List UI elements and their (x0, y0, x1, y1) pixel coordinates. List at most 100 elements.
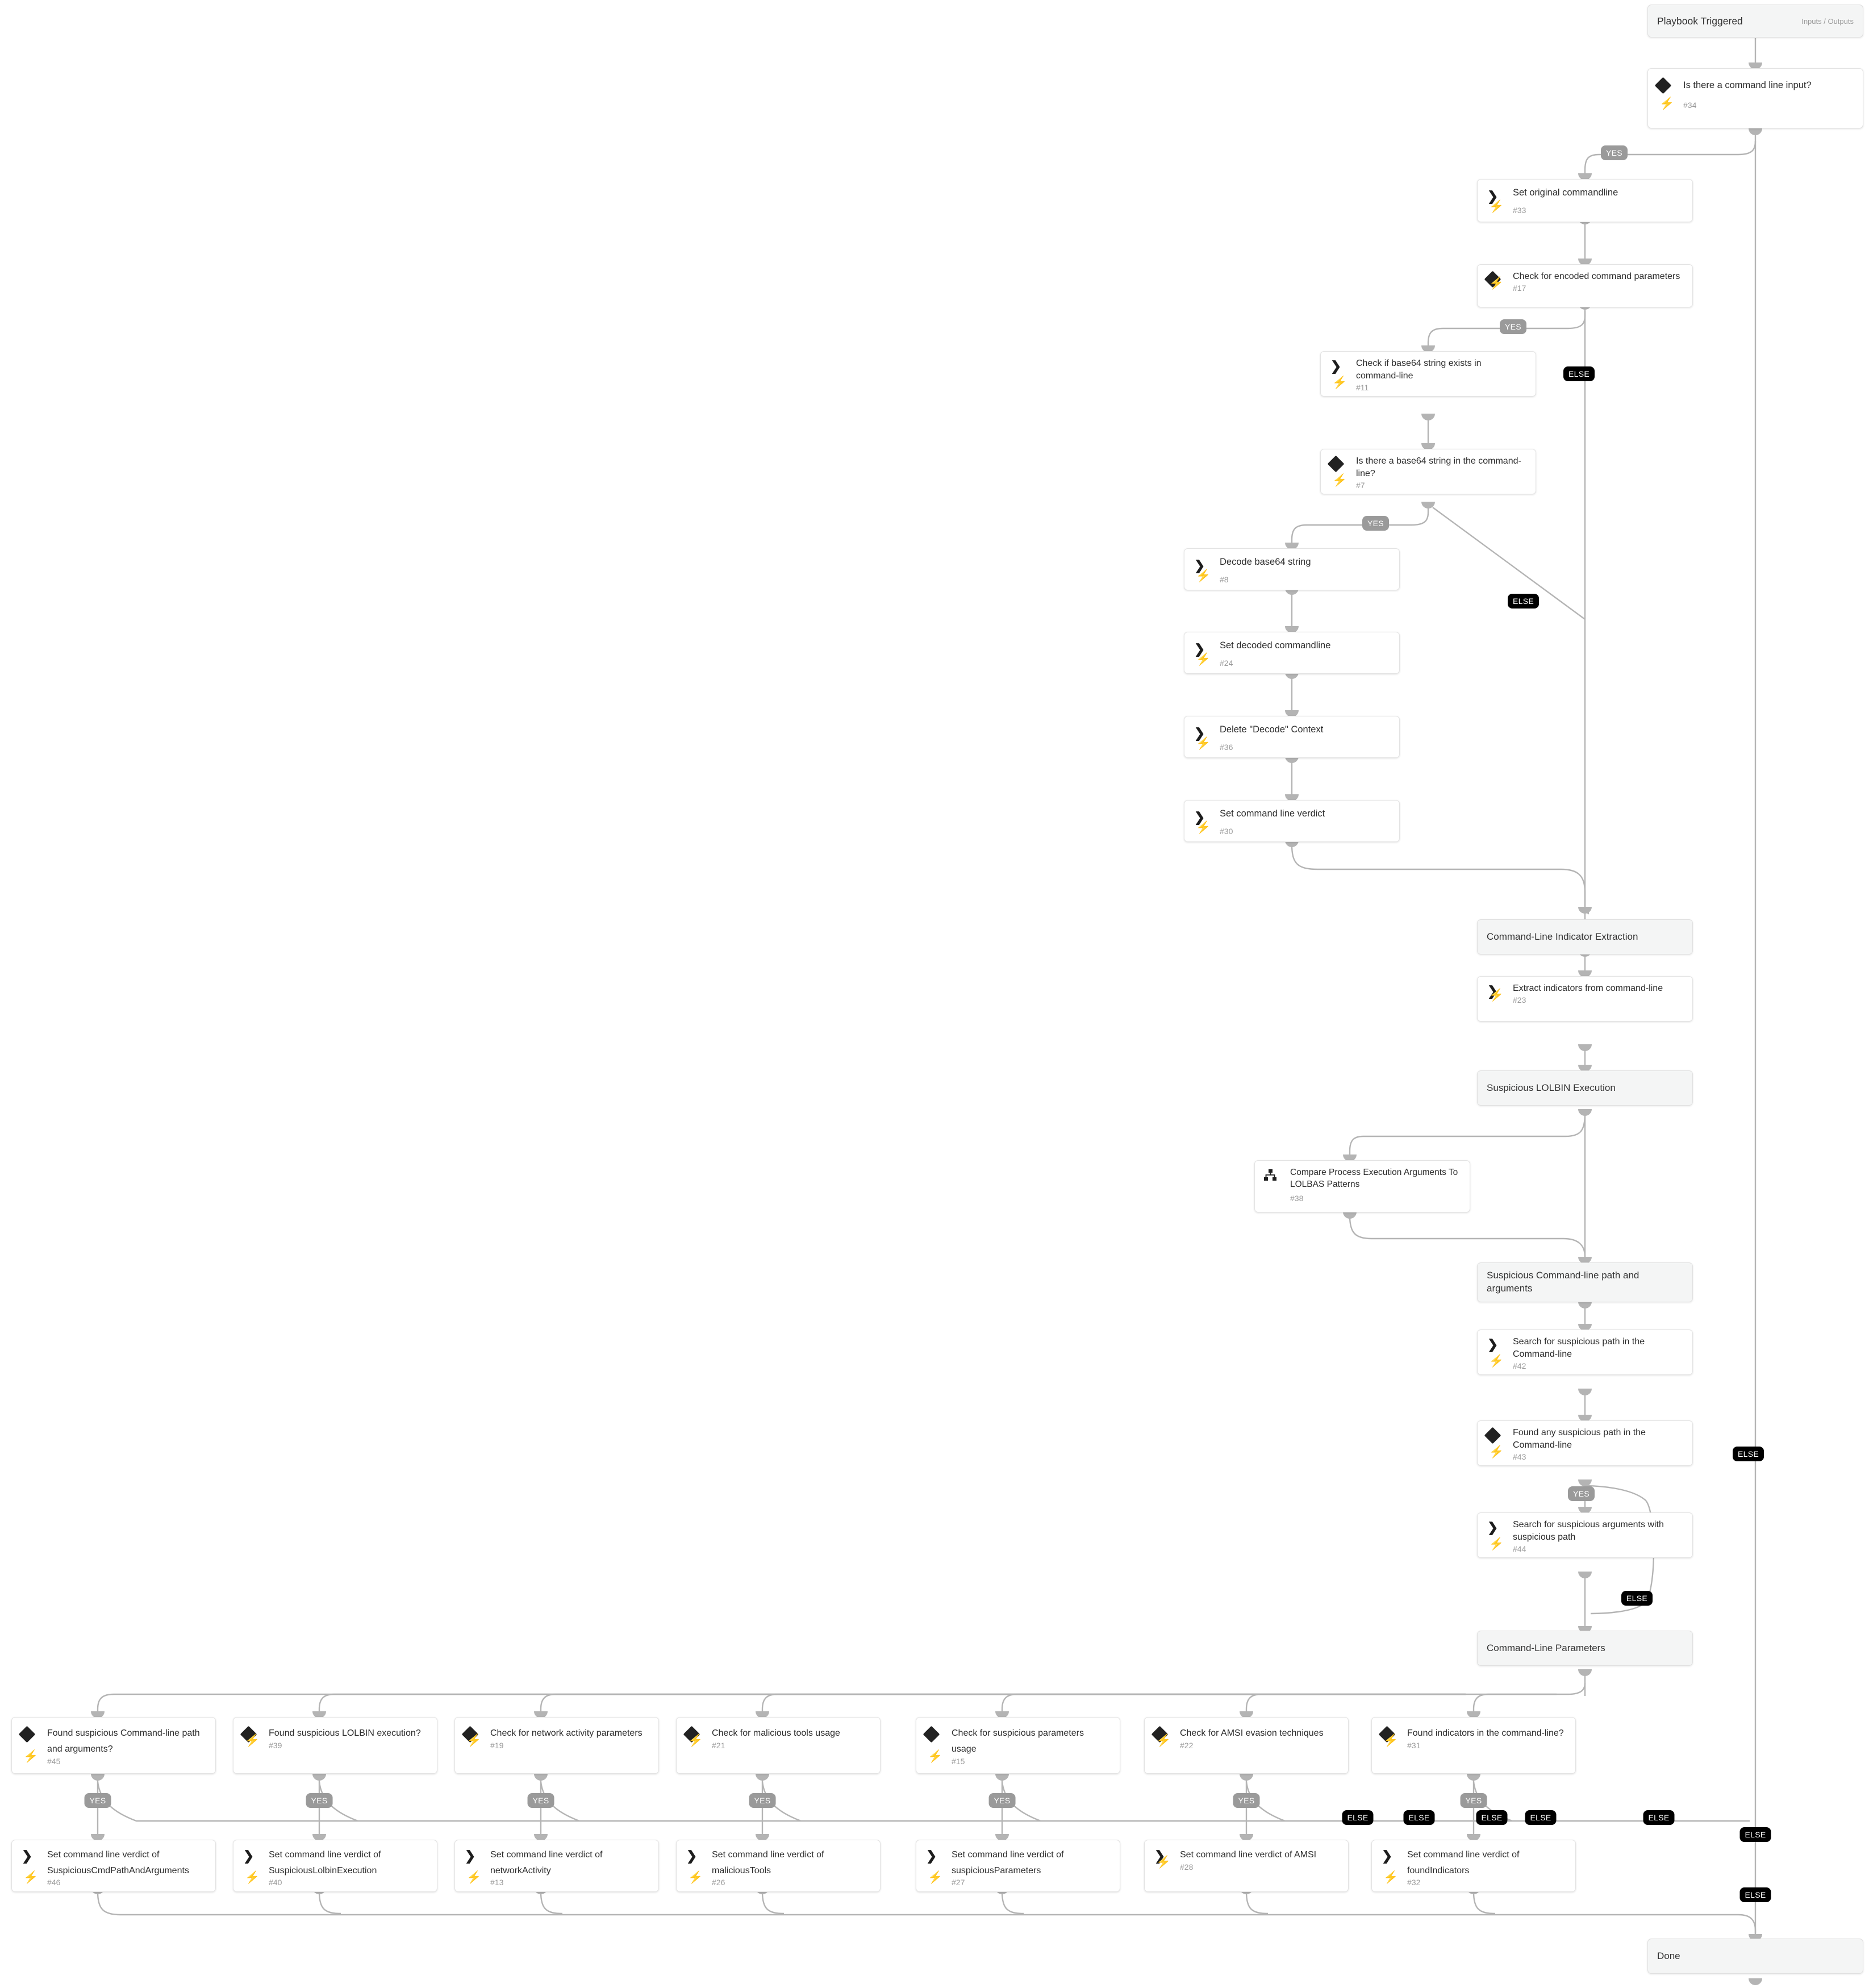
node-title: Set decoded commandline (1220, 640, 1331, 651)
branch-badge-yes[interactable]: YES (527, 1793, 554, 1808)
task-chevron-icon: ❯ (465, 1848, 476, 1863)
automation-bolt-icon: ⚡ (688, 1871, 703, 1885)
branch-badge-else[interactable]: ELSE (1403, 1810, 1435, 1825)
node-id: #33 (1513, 205, 1526, 215)
connector-socket (1578, 1389, 1592, 1395)
connector-socket (1578, 1044, 1592, 1051)
connector-socket (1749, 128, 1762, 135)
section-command-line-parameters[interactable]: Command-Line Parameters (1477, 1631, 1693, 1666)
branch-badge-else[interactable]: ELSE (1739, 1827, 1771, 1842)
branch-badge-yes[interactable]: YES (749, 1793, 776, 1808)
node-condition-found-suspicious-cmd-path-args[interactable]: Found suspicious Command-line path and a… (11, 1717, 216, 1774)
automation-bolt-icon: ⚡ (23, 1750, 39, 1763)
node-condition-check-suspicious-parameters[interactable]: Check for suspicious parameters usage ⚡ … (916, 1717, 1120, 1774)
node-task-verdict-malicious-tools[interactable]: ❯ Set command line verdict of maliciousT… (676, 1840, 881, 1892)
branch-badge-else[interactable]: ELSE (1643, 1810, 1675, 1825)
section-suspicious-cmdline-path-and-arguments[interactable]: Suspicious Command-line path and argumen… (1477, 1262, 1693, 1302)
done-label: Done (1657, 1950, 1680, 1961)
node-task-delete-decode-context[interactable]: ❯ Delete "Decode" Context ⚡ #36 (1184, 716, 1400, 758)
automation-bolt-icon: ⚡ (1489, 277, 1504, 290)
node-title: Check for suspicious parameters usage (952, 1728, 1084, 1754)
trigger-title: Playbook Triggered (1657, 15, 1743, 27)
branch-badge-yes[interactable]: YES (1233, 1793, 1260, 1808)
node-condition-found-suspicious-lolbin[interactable]: Found suspicious LOLBIN execution? ⚡ #39 (233, 1717, 437, 1774)
branch-badge-else[interactable]: ELSE (1476, 1810, 1508, 1825)
condition-diamond-icon (1327, 455, 1347, 472)
branch-badge-else[interactable]: ELSE (1739, 1887, 1771, 1902)
node-task-extract-indicators[interactable]: ❯ Extract indicators from command-line ⚡… (1477, 976, 1693, 1022)
node-task-verdict-suspicious-lolbin-execution[interactable]: ❯ Set command line verdict of Suspicious… (233, 1840, 437, 1892)
automation-bolt-icon: ⚡ (1489, 1354, 1504, 1368)
automation-bolt-icon: ⚡ (1383, 1871, 1399, 1885)
node-task-verdict-network-activity[interactable]: ❯ Set command line verdict of networkAct… (454, 1840, 659, 1892)
node-condition-encoded-command-parameters[interactable]: Check for encoded command parameters ⚡ #… (1477, 264, 1693, 307)
node-id: #42 (1513, 1361, 1526, 1371)
playbook-triggered-node[interactable]: Playbook Triggered Inputs / Outputs (1647, 5, 1863, 37)
automation-bolt-icon: ⚡ (1156, 1734, 1171, 1747)
node-id: #7 (1356, 481, 1365, 490)
node-task-search-suspicious-arguments[interactable]: ❯ Search for suspicious arguments with s… (1477, 1512, 1693, 1558)
automation-bolt-icon: ⚡ (1332, 474, 1347, 487)
branch-badge-else[interactable]: ELSE (1563, 366, 1595, 381)
node-id: #27 (952, 1878, 965, 1887)
node-id: #32 (1407, 1878, 1421, 1887)
section-suspicious-lolbin-execution[interactable]: Suspicious LOLBIN Execution (1477, 1070, 1693, 1106)
branch-badge-yes[interactable]: YES (1601, 145, 1628, 160)
node-task-verdict-found-indicators[interactable]: ❯ Set command line verdict of foundIndic… (1371, 1840, 1576, 1892)
branch-badge-yes[interactable]: YES (1500, 319, 1526, 334)
branch-badge-yes[interactable]: YES (1460, 1793, 1487, 1808)
node-task-set-decoded-commandline[interactable]: ❯ Set decoded commandline ⚡ #24 (1184, 632, 1400, 674)
branch-badge-else[interactable]: ELSE (1508, 594, 1539, 609)
node-task-verdict-suspicious-parameters[interactable]: ❯ Set command line verdict of suspicious… (916, 1840, 1120, 1892)
node-condition-found-indicators[interactable]: Found indicators in the command-line? ⚡ … (1371, 1717, 1576, 1774)
automation-bolt-icon: ⚡ (1659, 97, 1675, 110)
node-id: #15 (952, 1757, 965, 1766)
node-id: #39 (269, 1741, 282, 1750)
branch-badge-yes[interactable]: YES (988, 1793, 1016, 1808)
node-task-set-command-line-verdict[interactable]: ❯ Set command line verdict ⚡ #30 (1184, 800, 1400, 842)
connector-socket (1749, 1978, 1762, 1985)
connector-socket (1343, 1212, 1357, 1219)
branch-badge-yes[interactable]: YES (84, 1793, 111, 1808)
node-task-verdict-amsi[interactable]: ❯ Set command line verdict of AMSI ⚡ #28 (1144, 1840, 1349, 1892)
automation-bolt-icon: ⚡ (1196, 569, 1211, 582)
trigger-inputs-outputs-link[interactable]: Inputs / Outputs (1801, 17, 1854, 26)
branch-badge-else[interactable]: ELSE (1525, 1810, 1557, 1825)
branch-badge-yes[interactable]: YES (1568, 1486, 1595, 1501)
node-id: #36 (1220, 742, 1233, 752)
node-task-set-original-commandline[interactable]: ❯ Set original commandline ⚡ #33 (1477, 179, 1693, 222)
node-id: #22 (1180, 1741, 1194, 1750)
task-chevron-icon: ❯ (1487, 1519, 1499, 1535)
connector-socket (1421, 414, 1435, 420)
branch-badge-yes[interactable]: YES (1362, 516, 1389, 531)
automation-bolt-icon: ⚡ (1489, 199, 1504, 213)
node-title: Set command line verdict of maliciousToo… (712, 1850, 824, 1876)
node-condition-command-line-input[interactable]: Is there a command line input? ⚡ #34 (1647, 68, 1863, 128)
node-id: #26 (712, 1878, 725, 1887)
connector-socket (1240, 1774, 1253, 1781)
condition-diamond-icon (1484, 1427, 1504, 1444)
node-title: Delete "Decode" Context (1220, 724, 1324, 735)
branch-badge-else[interactable]: ELSE (1621, 1591, 1653, 1606)
node-task-decode-base64-string[interactable]: ❯ Decode base64 string ⚡ #8 (1184, 548, 1400, 590)
node-task-check-base64-exists[interactable]: ❯ Check if base64 string exists in comma… (1320, 351, 1536, 397)
node-condition-check-malicious-tools[interactable]: Check for malicious tools usage ⚡ #21 (676, 1717, 881, 1774)
node-title: Set command line verdict of suspiciousPa… (952, 1850, 1064, 1876)
section-label: Command-Line Indicator Extraction (1487, 931, 1638, 942)
node-condition-check-amsi-evasion[interactable]: Check for AMSI evasion techniques ⚡ #22 (1144, 1717, 1349, 1774)
node-condition-check-network-activity[interactable]: Check for network activity parameters ⚡ … (454, 1717, 659, 1774)
node-task-search-suspicious-path[interactable]: ❯ Search for suspicious path in the Comm… (1477, 1329, 1693, 1375)
node-condition-found-suspicious-path[interactable]: Found any suspicious path in the Command… (1477, 1420, 1693, 1466)
node-title: Set command line verdict of networkActiv… (490, 1850, 603, 1876)
branch-badge-yes[interactable]: YES (306, 1793, 333, 1808)
node-subplaybook-compare-lolbas-patterns[interactable]: Compare Process Execution Arguments To L… (1254, 1160, 1470, 1212)
node-title: Found suspicious Command-line path and a… (47, 1728, 200, 1754)
branch-badge-else[interactable]: ELSE (1342, 1810, 1374, 1825)
node-task-verdict-suspicious-cmd-path-args[interactable]: ❯ Set command line verdict of Suspicious… (11, 1840, 216, 1892)
automation-bolt-icon: ⚡ (1196, 652, 1211, 666)
done-node[interactable]: Done (1647, 1939, 1863, 1974)
section-command-line-indicator-extraction[interactable]: Command-Line Indicator Extraction (1477, 919, 1693, 955)
node-condition-base64-in-command-line[interactable]: Is there a base64 string in the command-… (1320, 449, 1536, 494)
branch-badge-else[interactable]: ELSE (1733, 1447, 1764, 1461)
connector-socket (995, 1774, 1009, 1781)
